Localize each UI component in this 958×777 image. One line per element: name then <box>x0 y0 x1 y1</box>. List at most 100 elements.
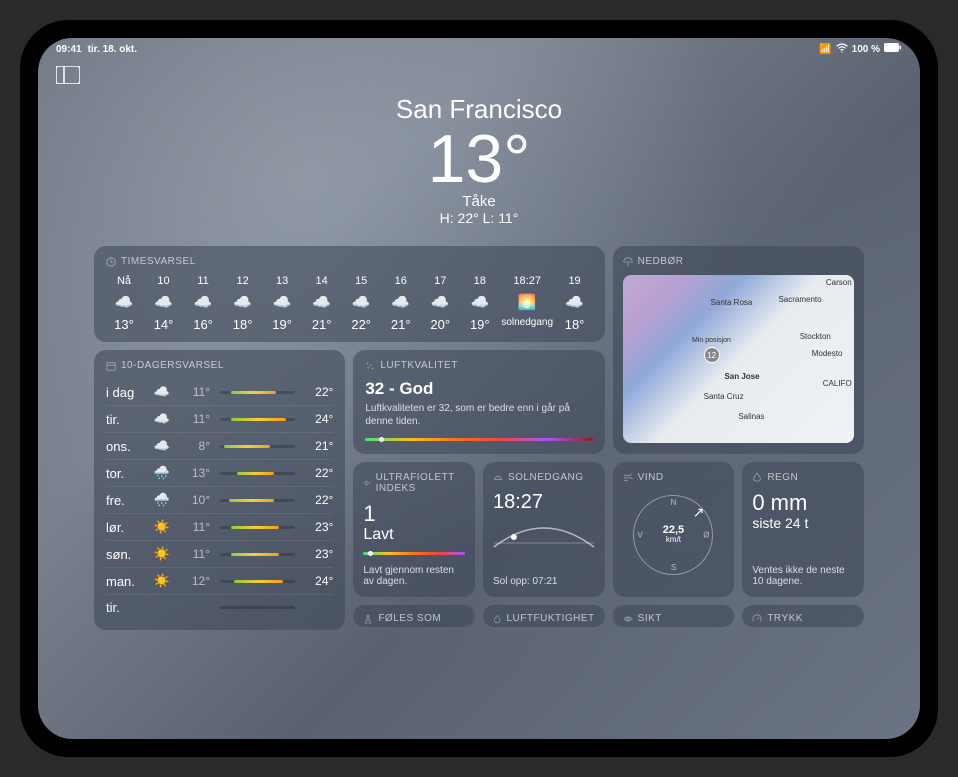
compass-north: N <box>671 498 677 507</box>
rain-amount: 0 mm <box>752 491 854 515</box>
rain-footer: Ventes ikke de neste 10 dagene. <box>752 565 854 587</box>
hour-time: 12 <box>236 275 248 287</box>
day-low-temp: 13° <box>182 466 210 480</box>
gauge-icon <box>752 614 762 624</box>
precip-header: NEDBØR <box>623 256 854 267</box>
hour-column: 13 ☁️ 19° <box>264 275 300 332</box>
day-row[interactable]: tor. 🌧️ 13° 22° <box>106 459 333 486</box>
ten-day-list: i dag ☁️ 11° 22° tir. ☁️ 11° 24° ons. ☁️… <box>106 379 333 620</box>
uv-scale-bar <box>363 552 465 555</box>
map-my-location-pin[interactable]: 12 <box>704 347 720 363</box>
pressure-card[interactable]: TRYKK <box>742 605 864 627</box>
visibility-card[interactable]: SIKT <box>613 605 735 627</box>
sunset-card[interactable]: SOLNEDGANG 18:27 Sol opp: 07:21 <box>483 462 605 598</box>
day-row[interactable]: i dag ☁️ 11° 22° <box>106 379 333 405</box>
day-name: søn. <box>106 547 142 562</box>
day-row[interactable]: man. ☀️ 12° 24° <box>106 567 333 594</box>
hour-temp: solnedgang <box>501 317 553 328</box>
small-cards-row: ULTRAFIOLETT INDEKS 1 Lavt Lavt gjennom … <box>353 462 864 598</box>
hour-time: 15 <box>355 275 367 287</box>
day-temp-range-bar <box>220 606 295 609</box>
hourly-row: Nå ☁️ 13° 10 ☁️ 14° 11 ☁️ 16° 12 ☁️ 18° … <box>106 275 593 332</box>
hour-temp: 21° <box>391 317 411 332</box>
aqi-title: LUFTKVALITET <box>380 360 458 371</box>
wind-header: VIND <box>623 472 725 483</box>
day-high-temp: 24° <box>305 412 333 426</box>
aqi-scale-bar <box>365 438 592 441</box>
uv-footer: Lavt gjennom resten av dagen. <box>363 565 465 587</box>
rain-title: REGN <box>767 472 798 483</box>
day-name: i dag <box>106 385 142 400</box>
day-temp-range-bar <box>220 391 295 394</box>
day-name: man. <box>106 574 142 589</box>
day-temp-range-bar <box>220 445 295 448</box>
hour-weather-icon: ☁️ <box>273 293 292 311</box>
status-bar: 09:41 tir. 18. okt. 📶 100 % <box>38 38 920 58</box>
hour-weather-icon: ☁️ <box>431 293 450 311</box>
hour-column: 14 ☁️ 21° <box>304 275 340 332</box>
hour-weather-icon: ☁️ <box>565 293 584 311</box>
day-high-temp: 22° <box>305 493 333 507</box>
day-high-temp: 23° <box>305 547 333 561</box>
bottom-stub-row: FØLES SOM LUFTFUKTIGHET SIKT TRYKK <box>353 605 864 630</box>
uv-index-card[interactable]: ULTRAFIOLETT INDEKS 1 Lavt Lavt gjennom … <box>353 462 475 598</box>
day-row[interactable]: ons. ☁️ 8° 21° <box>106 432 333 459</box>
day-weather-icon: 🌧️ <box>152 465 172 481</box>
hour-time: 16 <box>395 275 407 287</box>
map-label-santa-rosa: Santa Rosa <box>711 298 753 307</box>
umbrella-icon <box>623 257 633 267</box>
day-name: tir. <box>106 412 142 427</box>
hour-time: 19 <box>568 275 580 287</box>
feels-like-card[interactable]: FØLES SOM <box>353 605 475 627</box>
hourly-forecast-card[interactable]: TIMESVARSEL Nå ☁️ 13° 10 ☁️ 14° 11 ☁️ 16… <box>94 246 605 342</box>
current-temperature: 13° <box>38 125 920 193</box>
hour-temp: 13° <box>114 317 134 332</box>
humidity-title: LUFTFUKTIGHET <box>506 613 594 624</box>
aqi-value: 32 - God <box>365 379 592 399</box>
wind-card[interactable]: VIND N S Ø V ↗ 22,5 km/t <box>613 462 735 598</box>
hour-temp: 19° <box>272 317 292 332</box>
map-label-california: CALIFO <box>823 379 852 388</box>
sidebar-toggle-button[interactable] <box>56 66 80 84</box>
thermometer-icon <box>363 614 373 624</box>
day-high-temp: 23° <box>305 520 333 534</box>
day-row[interactable]: tir. <box>106 594 333 620</box>
day-row[interactable]: fre. 🌧️ 10° 22° <box>106 486 333 513</box>
hour-weather-icon: ☁️ <box>115 293 134 311</box>
hour-time: 13 <box>276 275 288 287</box>
uv-value: 1 <box>363 502 465 526</box>
wind-icon <box>623 472 633 482</box>
humidity-icon <box>493 614 502 624</box>
wind-compass: N S Ø V ↗ 22,5 km/t <box>633 495 713 575</box>
day-temp-range-bar <box>220 526 295 529</box>
ten-day-header: 10-DAGERSVARSEL <box>106 360 333 371</box>
battery-icon <box>884 43 902 55</box>
hourly-header: TIMESVARSEL <box>106 256 593 267</box>
eye-icon <box>623 614 633 624</box>
wind-unit: km/t <box>663 536 684 545</box>
ten-day-forecast-card[interactable]: 10-DAGERSVARSEL i dag ☁️ 11° 22° tir. ☁️… <box>94 350 345 630</box>
hour-weather-icon: ☁️ <box>312 293 331 311</box>
ten-day-title: 10-DAGERSVARSEL <box>121 360 224 371</box>
precipitation-map-card[interactable]: NEDBØR Santa Rosa Sacramento Stockton Mo… <box>613 246 864 454</box>
hour-column: 19 ☁️ 18° <box>557 275 593 332</box>
day-row[interactable]: søn. ☀️ 11° 23° <box>106 540 333 567</box>
cards-grid: TIMESVARSEL Nå ☁️ 13° 10 ☁️ 14° 11 ☁️ 16… <box>38 246 920 630</box>
rain-header: REGN <box>752 472 854 483</box>
precipitation-map[interactable]: Santa Rosa Sacramento Stockton Modesto S… <box>623 275 854 443</box>
humidity-card[interactable]: LUFTFUKTIGHET <box>483 605 605 627</box>
day-row[interactable]: tir. ☁️ 11° 24° <box>106 405 333 432</box>
sunset-time: 18:27 <box>493 491 595 513</box>
sun-icon <box>363 478 370 488</box>
droplet-icon <box>752 472 762 482</box>
uv-title: ULTRAFIOLETT INDEKS <box>376 472 465 494</box>
rain-card[interactable]: REGN 0 mm siste 24 t Ventes ikke de nest… <box>742 462 864 598</box>
hour-column: 15 ☁️ 22° <box>343 275 379 332</box>
day-name: fre. <box>106 493 142 508</box>
day-row[interactable]: lør. ☀️ 11° 23° <box>106 513 333 540</box>
air-quality-card[interactable]: LUFTKVALITET 32 - God Luftkvaliteten er … <box>353 350 604 454</box>
hour-time: 10 <box>157 275 169 287</box>
compass-west: V <box>637 530 642 539</box>
hour-time: 18:27 <box>513 275 541 287</box>
weather-app-screen: 09:41 tir. 18. okt. 📶 100 % San Francisc… <box>38 38 920 739</box>
